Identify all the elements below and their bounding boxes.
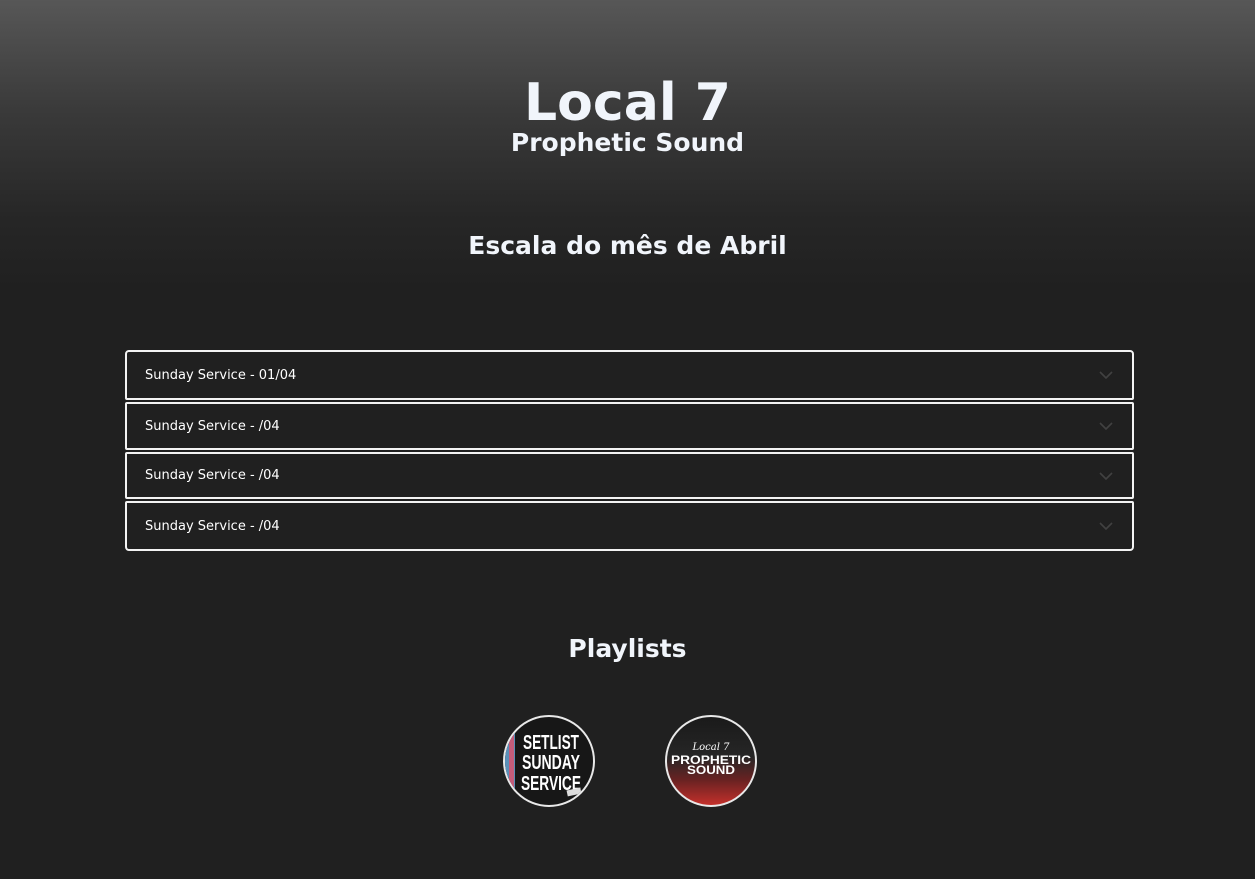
playlists-row: SETLIST SUNDAY SERVICE Local 7 PROPHETIC… bbox=[503, 715, 757, 807]
chevron-down-icon bbox=[1099, 371, 1113, 380]
page-subtitle: Prophetic Sound bbox=[510, 128, 745, 157]
playlist-cover-art: Local 7 PROPHETIC SOUND bbox=[671, 742, 751, 777]
chevron-down-icon bbox=[1099, 422, 1113, 431]
playlists-heading: Playlists bbox=[568, 634, 687, 663]
cover-text-line: SOUND bbox=[687, 763, 735, 777]
playlist-cover-art: SETLIST SUNDAY SERVICE bbox=[505, 717, 582, 805]
page-header: Local 7 Prophetic Sound bbox=[0, 72, 1255, 158]
schedule-heading: Escala do mês de Abril bbox=[468, 231, 787, 260]
accordion-item[interactable]: Sunday Service - /04 bbox=[125, 402, 1134, 450]
accordion-item-label: Sunday Service - /04 bbox=[145, 468, 280, 483]
accordion-item-label: Sunday Service - 01/04 bbox=[145, 367, 297, 383]
accordion-item-label: Sunday Service - /04 bbox=[145, 418, 280, 434]
cover-text-line: SETLIST bbox=[523, 732, 579, 754]
cover-text-line: SUNDAY bbox=[522, 752, 580, 774]
playlist-cover-setlist[interactable]: SETLIST SUNDAY SERVICE bbox=[503, 715, 595, 807]
schedule-accordion: Sunday Service - 01/04 Sunday Service - … bbox=[125, 350, 1134, 551]
accordion-item-label: Sunday Service - /04 bbox=[145, 518, 280, 534]
chevron-down-icon bbox=[1099, 471, 1113, 480]
page-title: Local 7 bbox=[524, 73, 731, 133]
playlist-cover-prophetic-sound[interactable]: Local 7 PROPHETIC SOUND bbox=[665, 715, 757, 807]
accordion-item[interactable]: Sunday Service - /04 bbox=[125, 452, 1134, 499]
cover-text-line: Local 7 bbox=[692, 742, 731, 753]
accordion-item[interactable]: Sunday Service - 01/04 bbox=[125, 350, 1134, 400]
accordion-item[interactable]: Sunday Service - /04 bbox=[125, 501, 1134, 551]
chevron-down-icon bbox=[1099, 522, 1113, 531]
